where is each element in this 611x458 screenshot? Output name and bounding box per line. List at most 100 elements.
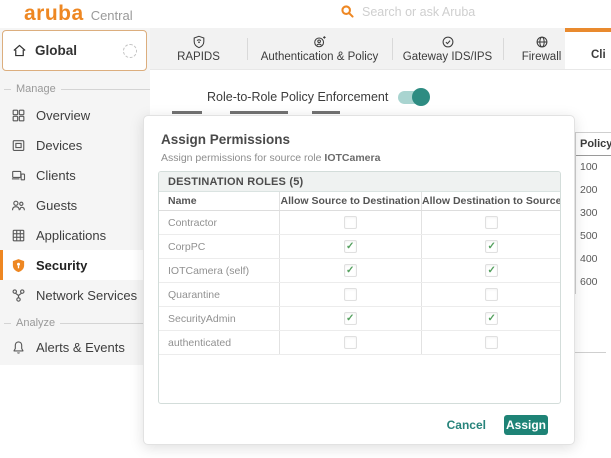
modal-footer: Cancel Assign [447, 415, 548, 435]
role-name: IOTCamera (self) [159, 265, 279, 277]
bell-icon [10, 339, 26, 355]
policy-column-header: Policy [576, 133, 611, 156]
tab-label: RAPIDS [177, 51, 220, 63]
sidebar-nav: Overview Devices Clients Guests [0, 100, 150, 310]
check-circle-icon [441, 35, 455, 49]
table-row: SecurityAdmin ✓ ✓ [159, 307, 560, 331]
table-row: CorpPC ✓ ✓ [159, 235, 560, 259]
check-icon: ✓ [346, 314, 354, 324]
search-icon [340, 4, 355, 19]
table-row: IOTCamera (self) ✓ ✓ [159, 259, 560, 283]
top-header: aruba Central Search or ask Aruba [0, 0, 611, 28]
tab-label: Authentication & Policy [261, 51, 379, 63]
context-selector-global[interactable]: Global [2, 30, 147, 71]
sidebar: Global Manage Overview Devices [0, 28, 150, 365]
obscured-content-fragment [312, 111, 340, 114]
policy-value: 200 [576, 179, 611, 202]
checkbox-src-to-dst[interactable]: ✓ [344, 288, 357, 301]
sidebar-item-label: Alerts & Events [36, 340, 125, 355]
cancel-button[interactable]: Cancel [447, 418, 486, 432]
product-name: Central [91, 8, 133, 23]
sidebar-section-analyze: Analyze [0, 316, 150, 330]
tab-label: Cli [565, 49, 606, 69]
sidebar-item-security[interactable]: Security [0, 250, 150, 280]
check-icon: ✓ [488, 242, 496, 252]
checkbox-dst-to-src[interactable]: ✓ [485, 288, 498, 301]
role-name: Quarantine [159, 289, 279, 301]
home-icon [12, 43, 27, 58]
checkbox-src-to-dst[interactable]: ✓ [344, 312, 357, 325]
background-table-divider [575, 352, 606, 353]
tab-rapids[interactable]: RAPIDS [150, 28, 247, 69]
global-search[interactable]: Search or ask Aruba [340, 4, 475, 19]
devices-icon [10, 137, 26, 153]
sidebar-item-applications[interactable]: Applications [0, 220, 150, 250]
role-policy-toggle-row: Role-to-Role Policy Enforcement [207, 90, 428, 104]
sidebar-item-network-services[interactable]: Network Services [0, 280, 150, 310]
check-icon: ✓ [488, 314, 496, 324]
checkbox-dst-to-src[interactable]: ✓ [485, 312, 498, 325]
checkbox-dst-to-src[interactable]: ✓ [485, 240, 498, 253]
security-tabbar: RAPIDS Authentication & Policy Gateway I… [150, 28, 611, 70]
sidebar-item-devices[interactable]: Devices [0, 130, 150, 160]
tab-authentication-policy[interactable]: Authentication & Policy [247, 28, 392, 69]
security-shield-icon [10, 257, 26, 273]
column-header-dst-to-src: Allow Destination to Source [421, 192, 562, 210]
auth-policy-user-icon [313, 35, 327, 49]
table-row: Quarantine ✓ ✓ [159, 283, 560, 307]
app-window: aruba Central Search or ask Aruba Global… [0, 0, 611, 458]
assign-button[interactable]: Assign [504, 415, 548, 435]
checkbox-src-to-dst[interactable]: ✓ [344, 264, 357, 277]
table-row: authenticated ✓ ✓ [159, 331, 560, 355]
table-caption: DESTINATION ROLES (5) [159, 172, 560, 192]
toggle-knob [412, 88, 430, 106]
table-row: Contractor ✓ ✓ [159, 211, 560, 235]
applications-grid-icon [10, 227, 26, 243]
column-header-src-to-dst: Allow Source to Destination [279, 192, 421, 210]
checkbox-dst-to-src[interactable]: ✓ [485, 264, 498, 277]
background-policy-column: Policy 100 200 300 500 400 600 [575, 132, 611, 294]
table-header-row: Name Allow Source to Destination Allow D… [159, 192, 560, 211]
role-name: SecurityAdmin [159, 313, 279, 325]
assign-permissions-modal: Assign Permissions Assign permissions fo… [143, 115, 575, 445]
obscured-content-fragment [172, 111, 202, 114]
sidebar-item-label: Overview [36, 108, 90, 123]
search-placeholder: Search or ask Aruba [362, 5, 475, 19]
sidebar-item-label: Applications [36, 228, 106, 243]
checkbox-src-to-dst[interactable]: ✓ [344, 216, 357, 229]
sidebar-item-guests[interactable]: Guests [0, 190, 150, 220]
aruba-logo: aruba [24, 2, 84, 26]
sidebar-item-label: Clients [36, 168, 76, 183]
context-label: Global [35, 43, 77, 58]
role-name: CorpPC [159, 241, 279, 253]
modal-title: Assign Permissions [161, 132, 290, 147]
check-icon: ✓ [346, 266, 354, 276]
sidebar-item-clients[interactable]: Clients [0, 160, 150, 190]
sidebar-item-alerts-events[interactable]: Alerts & Events [0, 332, 150, 362]
check-icon: ✓ [346, 242, 354, 252]
policy-value: 500 [576, 225, 611, 248]
modal-subtitle: Assign permissions for source role IOTCa… [161, 152, 380, 164]
policy-value: 400 [576, 248, 611, 271]
loading-spinner-icon [123, 44, 137, 58]
brand: aruba Central [24, 2, 133, 26]
tab-label: Firewall [522, 51, 562, 63]
checkbox-dst-to-src[interactable]: ✓ [485, 336, 498, 349]
checkbox-src-to-dst[interactable]: ✓ [344, 240, 357, 253]
policy-enforcement-toggle[interactable] [398, 91, 428, 104]
clients-icon [10, 167, 26, 183]
overview-grid-icon [10, 107, 26, 123]
network-services-icon [10, 287, 26, 303]
toggle-label: Role-to-Role Policy Enforcement [207, 90, 388, 104]
check-icon: ✓ [488, 266, 496, 276]
checkbox-src-to-dst[interactable]: ✓ [344, 336, 357, 349]
role-name: authenticated [159, 337, 279, 349]
policy-value: 300 [576, 202, 611, 225]
tab-client-active[interactable]: Cli [565, 28, 611, 69]
sidebar-item-label: Devices [36, 138, 82, 153]
tab-gateway-ids-ips[interactable]: Gateway IDS/IPS [392, 28, 503, 69]
sidebar-item-overview[interactable]: Overview [0, 100, 150, 130]
policy-value: 100 [576, 156, 611, 179]
sidebar-item-label: Guests [36, 198, 77, 213]
checkbox-dst-to-src[interactable]: ✓ [485, 216, 498, 229]
